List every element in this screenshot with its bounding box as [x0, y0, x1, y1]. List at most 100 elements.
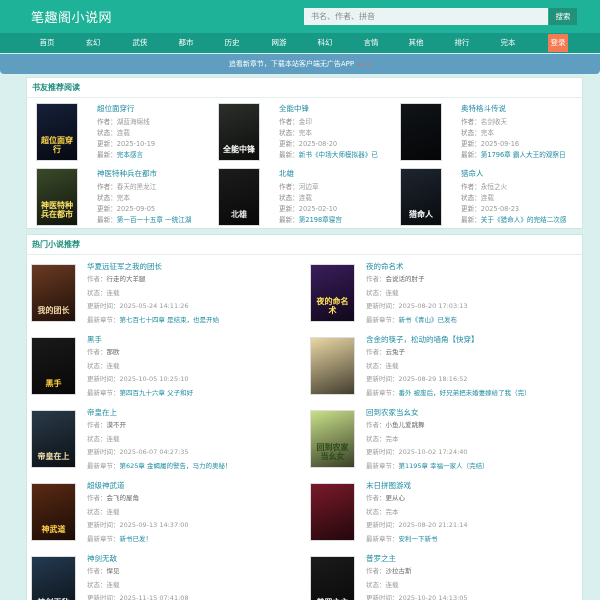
nav-item[interactable]: 网游 [261, 33, 297, 53]
book-title-link[interactable]: 夜的命名术 [366, 261, 404, 272]
author-value: 云兔子 [385, 348, 406, 356]
nav-item[interactable]: 武侠 [122, 33, 158, 53]
book-cover[interactable]: 帝皇在上 [31, 410, 76, 468]
recommend-book[interactable]: 奥特格斗传说 作者：名剑收天 状态：完本 更新：2025-09-16 最新：第1796章… [400, 103, 580, 169]
cover-title-text: 帝皇在上 [37, 452, 70, 461]
book-cover[interactable]: 黑手 [31, 337, 76, 395]
update-value: 2025-06-07 04:27:35 [119, 448, 189, 456]
book-title-link[interactable]: 黑手 [87, 334, 102, 345]
status-label: 状态： [461, 194, 481, 202]
nav-item[interactable]: 完本 [490, 33, 526, 53]
nav-item[interactable]: 首页 [29, 33, 65, 53]
book-cover[interactable] [310, 483, 355, 541]
latest-chapter-link[interactable]: 安利一下新书 [399, 535, 438, 543]
app-download-notice[interactable]: 追看新章节，下载本站客户端无广告APP ↓↓↓ [0, 54, 600, 74]
latest-chapter-link[interactable]: 第一百一十五章 一统江湖 [117, 216, 192, 224]
update-label: 更新： [97, 205, 117, 213]
hot-book[interactable]: 帝皇在上 帝皇在上 作者：漠不开 状态：连载 更新时间：2025-06-07 04:27… [31, 407, 301, 479]
book-title-link[interactable]: 奥特格斗传说 [461, 103, 506, 114]
latest-chapter-link[interactable]: 新书《中场大师模拟器》已 [299, 151, 378, 159]
book-status: 状态：完本 [366, 433, 399, 443]
book-title-link[interactable]: 全能中锋 [279, 103, 309, 114]
status-value: 连载 [106, 435, 120, 443]
update-label: 更新时间： [366, 302, 399, 310]
update-value: 2025-10-19 [116, 140, 156, 148]
book-cover[interactable]: 超位面穿行 [36, 103, 78, 161]
book-cover[interactable]: 夜的命名术 [310, 264, 355, 322]
hot-book[interactable]: 神剑无敌神剑无敌作者：悍见状态：连载更新时间：2025-11-15 07:41:… [31, 553, 301, 600]
hot-book[interactable]: 含金的筷子，松动的墙角【快穿】 作者：云兔子 状态：连载 更新时间：2025-08-2… [310, 334, 580, 406]
latest-chapter-link[interactable]: 新书已发！ [120, 535, 153, 543]
hot-book[interactable]: 普罗之主普罗之主作者：沙拉古斯状态：连载更新时间：2025-10-20 14:1… [310, 553, 580, 600]
book-cover[interactable]: 我的团长 [31, 264, 76, 322]
book-title-link[interactable]: 华夏远征军之我的团长 [87, 261, 162, 272]
status-value: 连载 [385, 362, 399, 370]
status-label: 状态： [279, 129, 299, 137]
nav-item[interactable]: 言情 [353, 33, 389, 53]
book-title-link[interactable]: 含金的筷子，松动的墙角【快穿】 [366, 334, 479, 345]
latest-chapter-link[interactable]: 第七百七十四章 是结束，也是开始 [120, 316, 220, 324]
latest-chapter-link[interactable]: 关于《猎命人》的完结二次感 [481, 216, 567, 224]
hot-book[interactable]: 回到农家当幺女 回到农家当幺女 作者：小鱼儿爱跳舞 状态：完本 更新时间：2025-10… [310, 407, 580, 479]
book-title-link[interactable]: 北雄 [279, 168, 294, 179]
book-cover[interactable]: 神武道 [31, 483, 76, 541]
hot-title: 热门小说推荐 [27, 235, 582, 255]
site-logo[interactable]: 笔趣阁小说网 [31, 7, 112, 26]
book-title-link[interactable]: 末日拼图游戏 [366, 480, 411, 491]
book-title-link[interactable]: 超级神武道 [87, 480, 125, 491]
book-title-link[interactable]: 猎命人 [461, 168, 484, 179]
hot-book[interactable]: 我的团长 华夏远征军之我的团长 作者：行走的大羊腿 状态：连载 更新时间：2025-05… [31, 261, 301, 333]
book-cover[interactable]: 猎命人 [400, 168, 442, 226]
recommend-book[interactable]: 超位面穿行 超位面穿行 作者：湖蓝海绵线 状态：连载 更新：2025-10-19 最新：完… [36, 103, 216, 169]
nav-item[interactable]: 科幻 [307, 33, 343, 53]
latest-chapter-link[interactable]: 完本感言 [117, 151, 143, 159]
book-title-link[interactable]: 神医特种兵在都市 [97, 168, 157, 179]
status-label: 状态： [461, 129, 481, 137]
book-title-link[interactable]: 神剑无敌 [87, 553, 117, 564]
latest-chapter-link[interactable]: 第2198章寝宫 [299, 216, 342, 224]
author-label: 作者： [366, 348, 386, 356]
recommend-book[interactable]: 北雄 北雄 作者：河边草 状态：连载 更新：2025-02-10 最新：第2198章寝宫 [218, 168, 398, 234]
book-cover[interactable]: 神剑无敌 [31, 556, 76, 600]
search-input[interactable]: 书名、作者、拼音 [304, 8, 548, 25]
book-cover-image [311, 338, 354, 394]
nav-item[interactable]: 排行 [444, 33, 480, 53]
recommend-book[interactable]: 猎命人 猎命人 作者：永恒之火 状态：连载 更新：2025-08-23 最新：关于《猎命人… [400, 168, 580, 234]
book-title-link[interactable]: 帝皇在上 [87, 407, 117, 418]
latest-chapter-link[interactable]: 第1796章 霸人大王的观察日 [481, 151, 566, 159]
hot-book[interactable]: 末日拼图游戏 作者：更从心 状态：完本 更新时间：2025-08-20 21:21:1… [310, 480, 580, 552]
book-title-link[interactable]: 回到农家当幺女 [366, 407, 419, 418]
book-cover[interactable]: 神医特种兵在都市 [36, 168, 78, 226]
book-cover[interactable] [400, 103, 442, 161]
nav-item[interactable]: 都市 [168, 33, 204, 53]
login-button[interactable]: 登录 [548, 34, 568, 52]
book-title-link[interactable]: 普罗之主 [366, 553, 396, 564]
status-label: 状态： [87, 508, 107, 516]
hot-book[interactable]: 夜的命名术 夜的命名术 作者：会说话的肘子 状态：连载 更新时间：2025-08-20 … [310, 261, 580, 333]
latest-chapter-link[interactable]: 第1195章 幸福一家人（完结） [399, 462, 489, 470]
recommend-book[interactable]: 全能中锋 全能中锋 作者：金印 状态：完本 更新：2025-08-20 最新：新书《中场大… [218, 103, 398, 169]
book-cover[interactable]: 回到农家当幺女 [310, 410, 355, 468]
nav-item[interactable]: 历史 [214, 33, 250, 53]
book-author: 作者：漠不开 [87, 419, 126, 429]
hot-book[interactable]: 黑手 黑手 作者：那欧 状态：连载 更新时间：2025-10-05 10:25:10 最新… [31, 334, 301, 406]
latest-chapter-link[interactable]: 新书《青山》已发布 [399, 316, 458, 324]
update-value: 2025-08-20 21:21:14 [398, 521, 468, 529]
recommend-book[interactable]: 神医特种兵在都市 神医特种兵在都市 作者：春天的黑龙江 状态：完本 更新：2025-09… [36, 168, 216, 234]
nav-item[interactable]: 其他 [398, 33, 434, 53]
nav-item[interactable]: 玄幻 [75, 33, 111, 53]
book-cover[interactable]: 普罗之主 [310, 556, 355, 600]
book-update: 更新时间：2025-06-07 04:27:35 [87, 446, 189, 456]
latest-label: 最新章节： [366, 316, 399, 324]
book-author: 作者：那欧 [87, 346, 120, 356]
book-cover[interactable] [310, 337, 355, 395]
latest-chapter-link[interactable]: 番外 被废后，好兄弟把未婚妻嫁给了我（完） [399, 389, 531, 397]
search-button[interactable]: 搜索 [549, 8, 577, 25]
latest-chapter-link[interactable]: 第四百九十六章 父子和好 [120, 389, 194, 397]
book-cover[interactable]: 北雄 [218, 168, 260, 226]
latest-chapter-link[interactable]: 第625章 金蝎履的警告，马力的奥秘！ [120, 462, 232, 470]
author-value: 会说话的肘子 [385, 275, 425, 283]
hot-book[interactable]: 神武道 超级神武道 作者：会飞的屋角 状态：连载 更新时间：2025-09-13 14:… [31, 480, 301, 552]
book-title-link[interactable]: 超位面穿行 [97, 103, 135, 114]
book-cover[interactable]: 全能中锋 [218, 103, 260, 161]
